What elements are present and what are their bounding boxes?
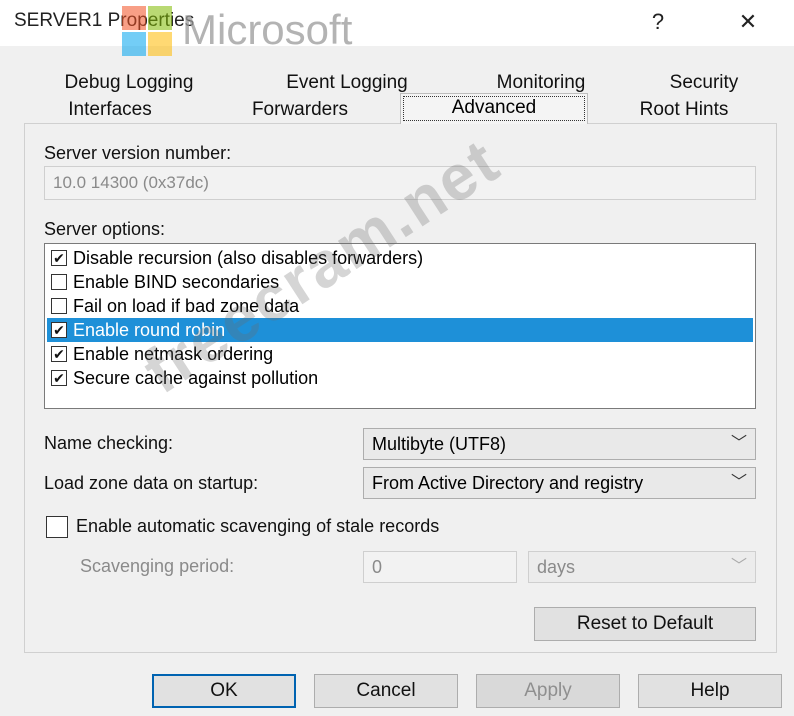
cancel-button[interactable]: Cancel [314, 674, 458, 708]
option-fail-on-load[interactable]: Fail on load if bad zone data [47, 294, 753, 318]
load-zone-dropdown[interactable]: From Active Directory and registry ﹀ [363, 467, 756, 499]
checkbox-secure-cache[interactable]: ✔ [51, 370, 67, 386]
ok-button[interactable]: OK [152, 674, 296, 708]
name-checking-label: Name checking: [44, 433, 174, 453]
tab-debug-logging[interactable]: Debug Logging [40, 70, 218, 96]
name-checking-value: Multibyte (UTF8) [372, 434, 507, 454]
chevron-down-icon: ﹀ [730, 474, 747, 491]
scavenging-period-label: Scavenging period: [80, 556, 235, 576]
option-enable-bind-secondaries[interactable]: Enable BIND secondaries [47, 270, 753, 294]
tab-advanced[interactable]: Advanced [400, 93, 588, 124]
help-button[interactable]: Help [638, 674, 782, 708]
apply-button[interactable]: Apply [476, 674, 620, 708]
logo-square-red [122, 6, 146, 30]
tab-forwarders[interactable]: Forwarders [232, 97, 368, 123]
title-bar: SERVER1 Properties Microsoft ? ✕ [0, 0, 794, 56]
microsoft-logo-icon [122, 6, 174, 58]
load-zone-value: From Active Directory and registry [372, 473, 644, 493]
server-options-label: Server options: [44, 219, 166, 239]
checkbox-enable-bind-secondaries[interactable] [51, 274, 67, 290]
chevron-down-icon: ﹀ [730, 558, 747, 575]
checkbox-enable-round-robin[interactable]: ✔ [51, 322, 67, 338]
microsoft-logo-text: Microsoft [182, 6, 353, 53]
load-zone-label: Load zone data on startup: [44, 473, 259, 493]
tab-root-hints[interactable]: Root Hints [620, 97, 748, 123]
checkbox-enable-netmask-ordering[interactable]: ✔ [51, 346, 67, 362]
server-options-list[interactable]: ✔ Disable recursion (also disables forwa… [44, 243, 756, 409]
reset-to-default-button[interactable]: Reset to Default [534, 607, 756, 641]
tab-interfaces[interactable]: Interfaces [48, 97, 172, 123]
tab-security[interactable]: Security [646, 70, 762, 96]
logo-square-yellow [148, 32, 172, 56]
scavenging-unit-dropdown[interactable]: days ﹀ [528, 551, 756, 583]
help-icon[interactable]: ? [636, 6, 680, 38]
logo-square-blue [122, 32, 146, 56]
logo-square-green [148, 6, 172, 30]
scavenging-label[interactable]: Enable automatic scavenging of stale rec… [76, 516, 439, 537]
scavenging-unit-value: days [537, 557, 576, 577]
checkbox-disable-recursion[interactable]: ✔ [51, 250, 67, 266]
scavenging-period-input[interactable]: 0 [363, 551, 517, 583]
name-checking-dropdown[interactable]: Multibyte (UTF8) ﹀ [363, 428, 756, 460]
chevron-down-icon: ﹀ [730, 435, 747, 452]
server-version-label: Server version number: [44, 143, 232, 163]
close-icon[interactable]: ✕ [726, 6, 770, 38]
checkbox-fail-on-load[interactable] [51, 298, 67, 314]
scavenging-checkbox[interactable] [46, 516, 68, 538]
